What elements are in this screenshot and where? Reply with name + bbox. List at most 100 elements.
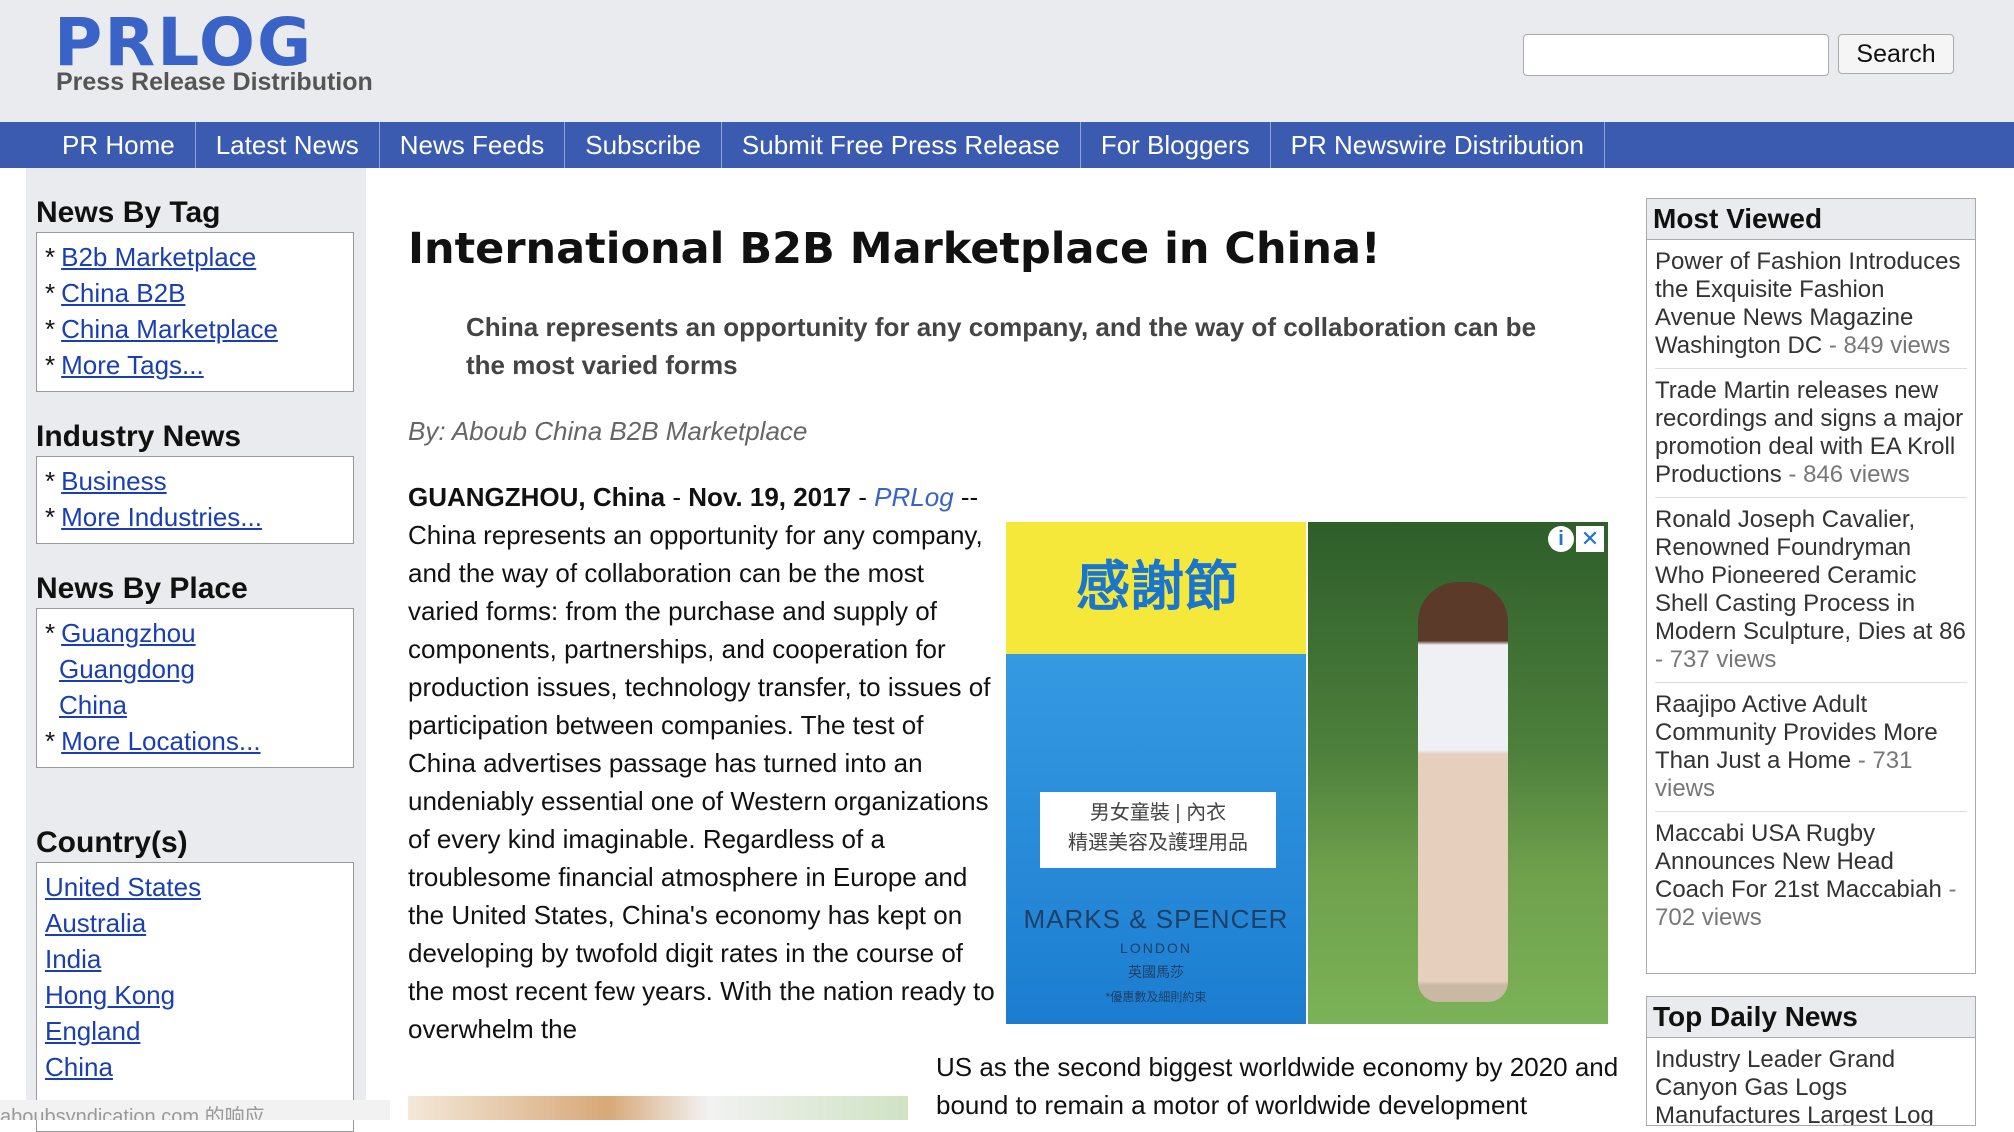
article-body: China represents an opportunity for any … (408, 520, 995, 1044)
item-views: - 737 views (1655, 646, 1777, 673)
nav-news-feeds[interactable]: News Feeds (380, 122, 566, 168)
bullet: * (45, 350, 56, 380)
dateline-separator: - (851, 482, 875, 512)
list-item: * More Locations... (45, 723, 345, 759)
most-viewed-item[interactable]: Trade Martin releases new recordings and… (1655, 369, 1967, 498)
advertisement[interactable]: 感謝節 男女童裝 | 內衣 精選美容及護理用品 MARKS & SPENCER … (1006, 522, 1608, 1024)
list-item: * Guangzhou (45, 615, 345, 651)
dateline-separator: - (665, 482, 689, 512)
tag-list: * B2b Marketplace * China B2B * China Marke… (36, 232, 354, 392)
nav-for-bloggers[interactable]: For Bloggers (1081, 122, 1271, 168)
prlog-source-link[interactable]: PRLog (874, 482, 954, 512)
article-byline: By: Aboub China B2B Marketplace (408, 416, 808, 446)
nav-pr-newswire[interactable]: PR Newswire Distribution (1271, 122, 1605, 168)
main-navbar: PR Home Latest News News Feeds Subscribe… (0, 122, 2014, 168)
list-item: China (45, 687, 345, 723)
ad-info-icon[interactable]: i (1548, 526, 1574, 552)
country-list: United States Australia India Hong Kong … (36, 862, 354, 1132)
list-item: * B2b Marketplace (45, 239, 345, 275)
related-image-strip[interactable] (408, 1096, 908, 1120)
list-item: * China B2B (45, 275, 345, 311)
ad-card: 男女童裝 | 內衣 精選美容及護理用品 (1040, 792, 1276, 868)
most-viewed-box: Most Viewed Power of Fashion Introduces … (1646, 198, 1976, 974)
country-link[interactable]: England (45, 1016, 140, 1046)
bullet: * (45, 466, 56, 496)
most-viewed-heading: Most Viewed (1647, 199, 1975, 240)
search-input[interactable] (1523, 34, 1829, 76)
country-link[interactable]: Hong Kong (45, 980, 175, 1010)
country-link[interactable]: India (45, 944, 101, 974)
item-views: - 849 views (1822, 332, 1951, 359)
more-industries-link[interactable]: More Industries... (61, 502, 262, 532)
bullet: * (45, 242, 56, 272)
country-link[interactable]: Australia (45, 908, 146, 938)
list-item: * More Tags... (45, 347, 345, 383)
search-button[interactable]: Search (1838, 34, 1954, 74)
ad-brand-sub: LONDON (1120, 940, 1192, 956)
top-daily-news-heading: Top Daily News (1647, 997, 1975, 1038)
more-tags-link[interactable]: More Tags... (61, 350, 204, 380)
industry-news-heading: Industry News (36, 420, 242, 453)
most-viewed-item[interactable]: Maccabi USA Rugby Announces New Head Coa… (1655, 812, 1967, 940)
country-link[interactable]: China (45, 1052, 113, 1082)
list-item: * Business (45, 463, 345, 499)
bullet: * (45, 618, 56, 648)
ad-brand-sub: 英國馬莎 (1128, 964, 1184, 980)
article-body-continued: US as the second biggest worldwide econo… (936, 1052, 1619, 1120)
industry-list: * Business * More Industries... (36, 456, 354, 544)
tag-link[interactable]: China Marketplace (61, 314, 278, 344)
country-link[interactable]: United States (45, 872, 201, 902)
nav-subscribe[interactable]: Subscribe (565, 122, 722, 168)
most-viewed-item[interactable]: Ronald Joseph Cavalier, Renowned Foundry… (1655, 498, 1967, 683)
ad-brand: MARKS & SPENCER (1023, 904, 1289, 934)
dateline-place: GUANGZHOU, China (408, 482, 666, 512)
bullet: * (45, 278, 56, 308)
ad-card-line: 精選美容及護理用品 (1068, 832, 1248, 854)
site-tagline: Press Release Distribution (56, 68, 373, 96)
news-by-tag-heading: News By Tag (36, 196, 221, 229)
most-viewed-item[interactable]: Power of Fashion Introduces the Exquisit… (1655, 240, 1967, 369)
countries-heading: Country(s) (36, 826, 188, 859)
list-item: England (45, 1013, 345, 1049)
list-item: India (45, 941, 345, 977)
list-item: Guangdong (45, 651, 345, 687)
tag-link[interactable]: B2b Marketplace (61, 242, 256, 272)
list-item: Hong Kong (45, 977, 345, 1013)
tag-link[interactable]: China B2B (61, 278, 185, 308)
place-link[interactable]: Guangdong (59, 654, 195, 684)
left-sidebar: News By Tag * B2b Marketplace * China B2B … (26, 168, 366, 1132)
ad-close-icon[interactable]: ✕ (1576, 526, 1604, 552)
industry-link[interactable]: Business (61, 466, 167, 496)
nav-latest-news[interactable]: Latest News (196, 122, 380, 168)
list-item: China (45, 1049, 345, 1085)
article-dateline: GUANGZHOU, China - Nov. 19, 2017 - PRLog… (408, 478, 1008, 516)
item-title[interactable]: Ronald Joseph Cavalier, Renowned Foundry… (1655, 506, 1966, 645)
article-summary: China represents an opportunity for any … (466, 312, 1537, 380)
most-viewed-item[interactable]: Raajipo Active Adult Community Provides … (1655, 683, 1967, 812)
news-by-place-heading: News By Place (36, 572, 248, 605)
dateline-dash: -- (953, 482, 979, 512)
place-link[interactable]: Guangzhou (61, 618, 195, 648)
ad-photo (1308, 522, 1608, 1024)
place-link[interactable]: China (59, 690, 127, 720)
dateline-date: Nov. 19, 2017 (688, 482, 852, 512)
list-item: Australia (45, 905, 345, 941)
list-item: United States (45, 869, 345, 905)
ad-disclaimer: *優惠數及細則約束 (1105, 990, 1207, 1004)
top-daily-item[interactable]: Industry Leader Grand Canyon Gas Logs Ma… (1655, 1038, 1967, 1125)
top-daily-news-box: Top Daily News Industry Leader Grand Can… (1646, 996, 1976, 1126)
place-list: * Guangzhou Guangdong China * More Locatio… (36, 608, 354, 768)
bullet: * (45, 726, 56, 756)
nav-submit-press-release[interactable]: Submit Free Press Release (722, 122, 1081, 168)
item-title[interactable]: Maccabi USA Rugby Announces New Head Coa… (1655, 820, 1942, 903)
more-locations-link[interactable]: More Locations... (61, 726, 260, 756)
article-headline: International B2B Marketplace in China! (408, 224, 1381, 274)
item-views: - 846 views (1781, 461, 1910, 488)
list-item: * More Industries... (45, 499, 345, 535)
nav-pr-home[interactable]: PR Home (42, 122, 196, 168)
bullet: * (45, 502, 56, 532)
ad-title: 感謝節 (1076, 555, 1238, 618)
bullet: * (45, 314, 56, 344)
ad-model-figure (1418, 582, 1508, 1002)
browser-status-bar: aboubsyndication.com 的响应 (0, 1100, 390, 1120)
